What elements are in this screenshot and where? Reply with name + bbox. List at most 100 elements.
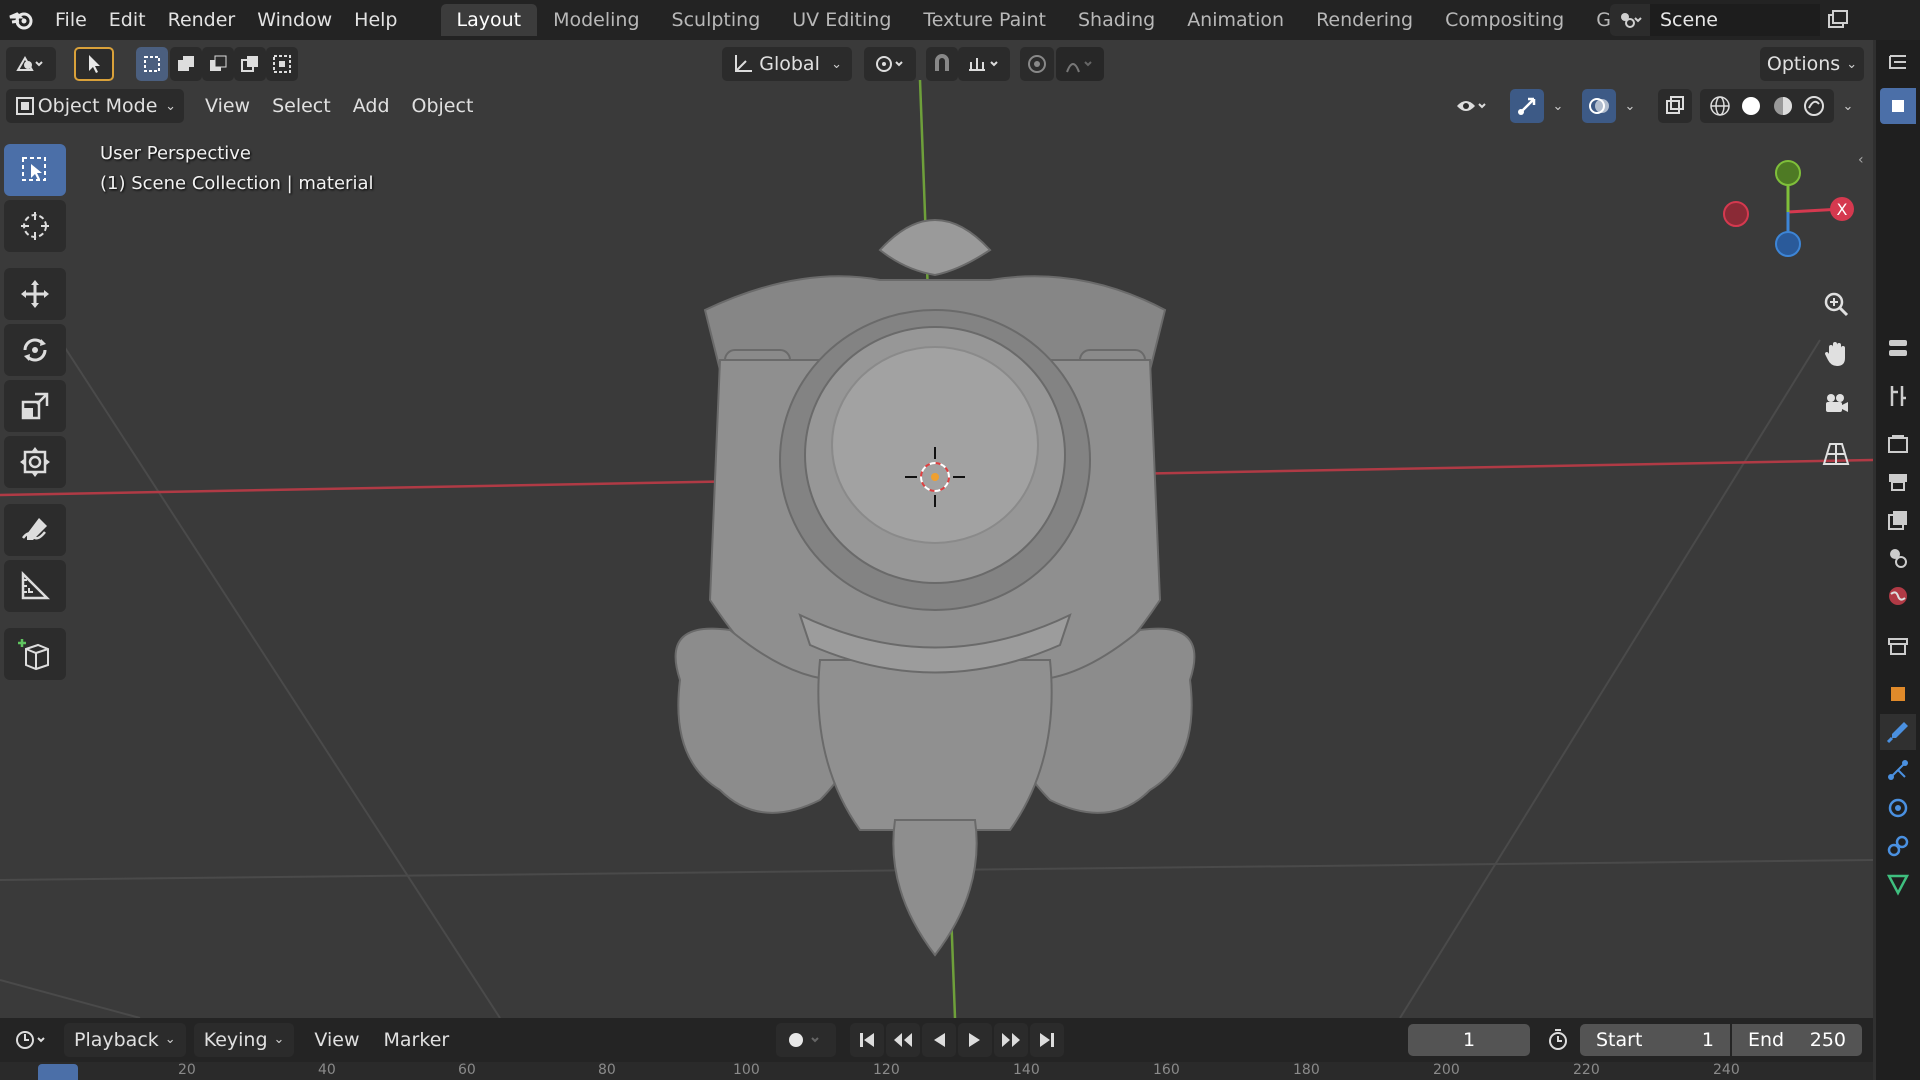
menu-select[interactable]: Select bbox=[261, 89, 342, 123]
menu-view[interactable]: View bbox=[194, 89, 261, 123]
menu-marker[interactable]: Marker bbox=[372, 1023, 462, 1057]
overlays-dropdown-icon[interactable]: ⌄ bbox=[1618, 89, 1642, 123]
tab-sculpting[interactable]: Sculpting bbox=[656, 4, 777, 36]
auto-keying-toggle[interactable] bbox=[776, 1023, 836, 1057]
pan-hand-icon[interactable] bbox=[1814, 332, 1858, 376]
pivot-point-dropdown[interactable] bbox=[864, 47, 916, 81]
new-window-icon[interactable] bbox=[1820, 4, 1856, 36]
playhead-marker[interactable] bbox=[38, 1064, 78, 1080]
menu-help[interactable]: Help bbox=[343, 3, 408, 37]
snap-target-dropdown[interactable] bbox=[958, 47, 1010, 81]
snap-toggle-icon[interactable] bbox=[926, 47, 958, 81]
start-frame-field[interactable]: Start 1 bbox=[1580, 1024, 1730, 1056]
visibility-dropdown[interactable] bbox=[1446, 89, 1498, 123]
gizmo-neg-x[interactable] bbox=[1723, 201, 1749, 227]
select-extend-mode-icon[interactable] bbox=[170, 47, 202, 81]
rendered-shading-icon[interactable] bbox=[1802, 94, 1826, 118]
outliner-selected-icon[interactable] bbox=[1880, 88, 1916, 124]
cursor-icon[interactable] bbox=[4, 200, 66, 252]
end-frame-field[interactable]: End 250 bbox=[1732, 1024, 1862, 1056]
menu-playback[interactable]: Playback ⌄ bbox=[64, 1023, 186, 1057]
add-cube-icon[interactable] bbox=[4, 628, 66, 680]
menu-view[interactable]: View bbox=[302, 1023, 371, 1057]
gizmo-dropdown-icon[interactable]: ⌄ bbox=[1546, 89, 1570, 123]
play-reverse-icon[interactable] bbox=[922, 1023, 956, 1057]
3d-viewport[interactable]: User Perspective (1) Scene Collection | … bbox=[0, 40, 1873, 1018]
editor-type-icon[interactable] bbox=[6, 47, 56, 81]
tab-compositing[interactable]: Compositing bbox=[1429, 4, 1580, 36]
tool-settings-icon[interactable] bbox=[1880, 330, 1916, 366]
tab-modeling[interactable]: Modeling bbox=[537, 4, 655, 36]
rotate-icon[interactable] bbox=[4, 324, 66, 376]
view-layer-properties-icon[interactable] bbox=[1880, 502, 1916, 538]
world-properties-icon[interactable] bbox=[1880, 578, 1916, 614]
physics-properties-icon[interactable] bbox=[1880, 790, 1916, 826]
scale-icon[interactable] bbox=[4, 380, 66, 432]
tab-animation[interactable]: Animation bbox=[1171, 4, 1300, 36]
jump-end-icon[interactable] bbox=[1030, 1023, 1064, 1057]
tab-texture-paint[interactable]: Texture Paint bbox=[907, 4, 1062, 36]
options-dropdown[interactable]: Options ⌄ bbox=[1760, 47, 1864, 81]
navigation-gizmo[interactable]: X bbox=[1710, 150, 1860, 270]
select-intersect-mode-icon[interactable] bbox=[266, 47, 298, 81]
mode-dropdown[interactable]: Object Mode ⌄ bbox=[6, 89, 184, 123]
menu-file[interactable]: File bbox=[44, 3, 98, 37]
annotate-icon[interactable] bbox=[4, 504, 66, 556]
camera-view-icon[interactable] bbox=[1814, 382, 1858, 426]
proportional-editing-icon[interactable] bbox=[1020, 47, 1054, 81]
tab-rendering[interactable]: Rendering bbox=[1300, 4, 1429, 36]
move-icon[interactable] bbox=[4, 268, 66, 320]
select-box-icon[interactable] bbox=[4, 144, 66, 196]
tweak-tool-icon[interactable] bbox=[74, 47, 114, 81]
prev-keyframe-icon[interactable] bbox=[886, 1023, 920, 1057]
outliner-icon[interactable] bbox=[1880, 46, 1916, 82]
object-properties-icon[interactable] bbox=[1880, 676, 1916, 712]
render-properties-icon[interactable] bbox=[1880, 426, 1916, 462]
modifier-properties-icon[interactable] bbox=[1880, 714, 1916, 750]
perspective-toggle-icon[interactable] bbox=[1814, 432, 1858, 476]
proportional-falloff-dropdown[interactable] bbox=[1056, 47, 1104, 81]
zoom-icon[interactable] bbox=[1814, 282, 1858, 326]
select-new-mode-icon[interactable] bbox=[136, 47, 168, 81]
measure-icon[interactable] bbox=[4, 560, 66, 612]
transform-icon[interactable] bbox=[4, 436, 66, 488]
sidebar-collapse-icon[interactable]: ‹ bbox=[1858, 152, 1872, 172]
transform-orientation-dropdown[interactable]: Global ⌄ bbox=[722, 47, 852, 81]
menu-add[interactable]: Add bbox=[342, 89, 401, 123]
next-keyframe-icon[interactable] bbox=[994, 1023, 1028, 1057]
play-icon[interactable] bbox=[958, 1023, 992, 1057]
blender-logo-icon[interactable] bbox=[4, 3, 38, 37]
particle-properties-icon[interactable] bbox=[1880, 752, 1916, 788]
preview-range-icon[interactable] bbox=[1538, 1023, 1578, 1057]
timeline-ruler[interactable]: 20 40 60 80 100 120 140 160 180 200 220 … bbox=[0, 1062, 1873, 1080]
constraint-properties-icon[interactable] bbox=[1880, 828, 1916, 864]
jump-start-icon[interactable] bbox=[850, 1023, 884, 1057]
select-subtract-mode-icon[interactable] bbox=[202, 47, 234, 81]
wireframe-shading-icon[interactable] bbox=[1708, 94, 1732, 118]
gizmo-toggle-icon[interactable] bbox=[1510, 89, 1544, 123]
timeline-editor-type-icon[interactable] bbox=[6, 1023, 56, 1057]
tab-shading[interactable]: Shading bbox=[1062, 4, 1171, 36]
menu-edit[interactable]: Edit bbox=[98, 3, 157, 37]
current-frame-field[interactable]: 1 bbox=[1408, 1024, 1530, 1056]
gizmo-y[interactable] bbox=[1775, 160, 1801, 186]
shading-dropdown-icon[interactable]: ⌄ bbox=[1836, 89, 1860, 123]
xray-toggle-icon[interactable] bbox=[1658, 89, 1692, 123]
scene-properties-icon[interactable] bbox=[1880, 540, 1916, 576]
output-properties-icon[interactable] bbox=[1880, 464, 1916, 500]
scene-browse-icon[interactable] bbox=[1610, 4, 1650, 36]
tab-uv-editing[interactable]: UV Editing bbox=[776, 4, 907, 36]
overlays-toggle-icon[interactable] bbox=[1582, 89, 1616, 123]
solid-shading-icon[interactable] bbox=[1739, 94, 1763, 118]
menu-render[interactable]: Render bbox=[157, 3, 247, 37]
tool-properties-icon[interactable] bbox=[1880, 378, 1916, 414]
tab-layout[interactable]: Layout bbox=[440, 4, 538, 36]
material-shading-icon[interactable] bbox=[1771, 94, 1795, 118]
gizmo-z[interactable] bbox=[1775, 231, 1801, 257]
menu-object[interactable]: Object bbox=[401, 89, 485, 123]
data-properties-icon[interactable] bbox=[1880, 866, 1916, 902]
collection-properties-icon[interactable] bbox=[1880, 628, 1916, 664]
menu-window[interactable]: Window bbox=[246, 3, 343, 37]
menu-keying[interactable]: Keying ⌄ bbox=[193, 1023, 295, 1057]
scene-name-field[interactable]: Scene bbox=[1650, 4, 1820, 36]
